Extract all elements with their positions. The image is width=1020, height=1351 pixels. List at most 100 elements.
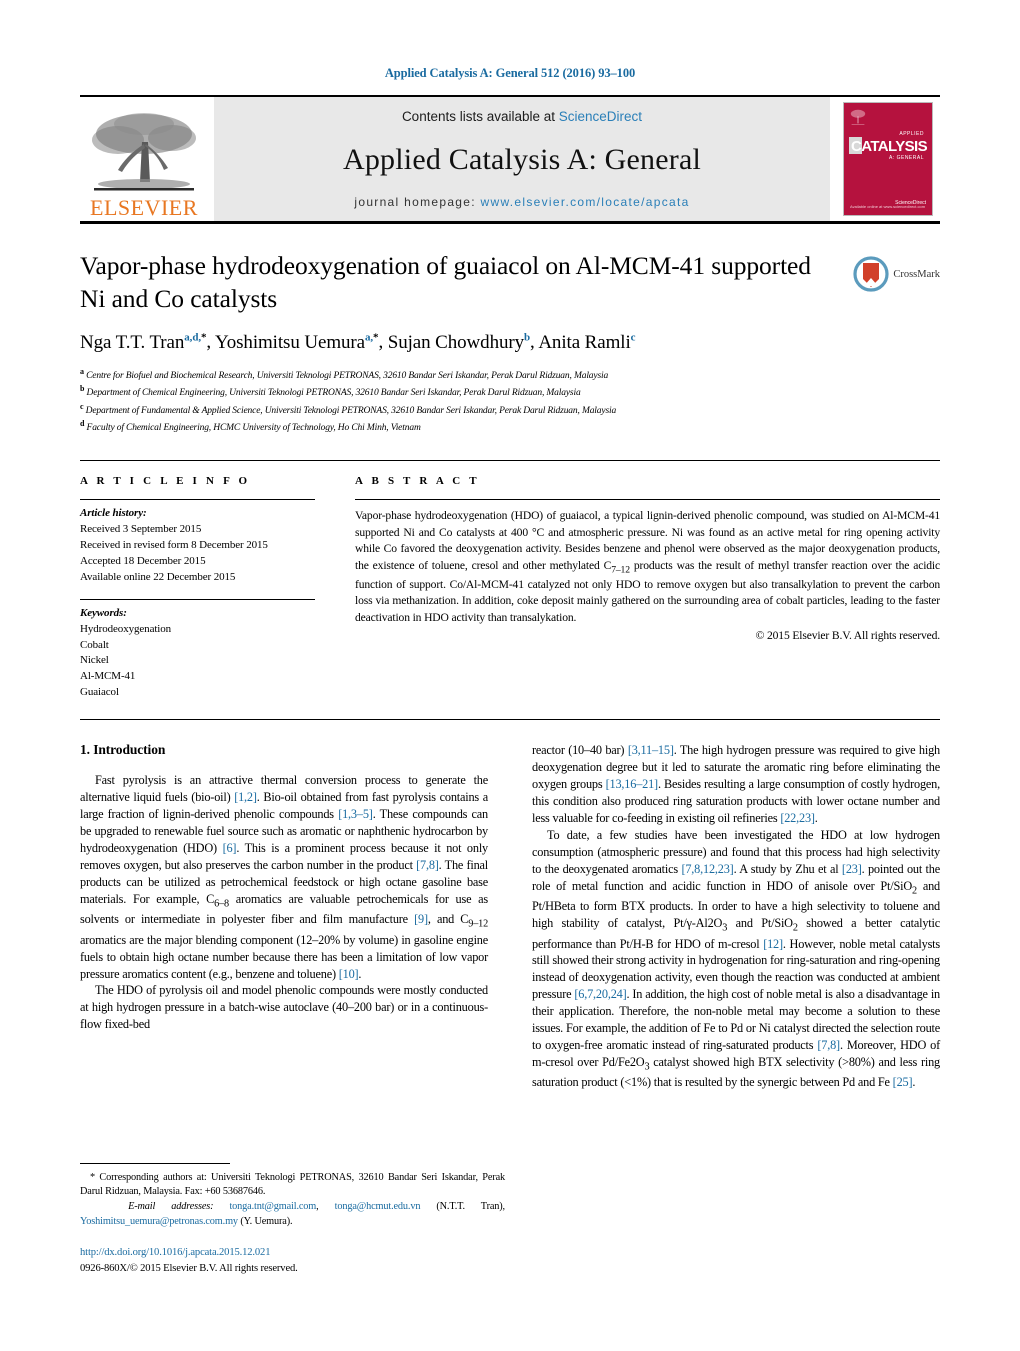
keyword-item: Al-MCM-41 [80, 670, 136, 683]
author-entry: Anita Ramlic [538, 331, 636, 353]
paragraph: reactor (10–40 bar) [3,11–15]. The high … [532, 743, 940, 825]
elsevier-logo: ELSEVIER [80, 97, 208, 221]
email-label: E-mail addresses: [128, 1201, 214, 1212]
title-left: Vapor-phase hydrodeoxygenation of guaiac… [80, 250, 840, 436]
keywords-block: Keywords: Hydrodeoxygenation Cobalt Nick… [80, 598, 315, 702]
author-entry: Sujan Chowdhuryb [387, 331, 530, 353]
author-affil-marks: a,d, [184, 331, 201, 344]
author-list: Nga T.T. Trana,d,*, Yoshimitsu Uemuraa,*… [80, 331, 828, 353]
email-separator: (N.T.T. Tran), [420, 1201, 505, 1212]
author-affil-marks: c [630, 331, 636, 344]
body-column-left: 1. Introduction Fast pyrolysis is an att… [80, 742, 488, 1091]
author-entry: Nga T.T. Trana,d,* [80, 331, 206, 353]
history-item: Accepted 18 December 2015 [80, 554, 206, 567]
homepage-url-link[interactable]: www.elsevier.com/locate/apcata [481, 195, 690, 209]
section-heading-introduction: 1. Introduction [80, 742, 166, 758]
email-link[interactable]: tonga.tnt@gmail.com [229, 1201, 316, 1212]
sciencedirect-link[interactable]: ScienceDirect [559, 109, 642, 124]
journal-masthead: ELSEVIER Contents lists available at Sci… [80, 95, 940, 221]
affiliation-mark: d [80, 419, 85, 429]
corresponding-author-note: * Corresponding authors at: Universiti T… [80, 1171, 505, 1200]
article-history-label: Article history: [80, 506, 147, 519]
affiliation-mark: a [80, 366, 84, 376]
history-item: Received 3 September 2015 [80, 522, 202, 535]
body-column-right: reactor (10–40 bar) [3,11–15]. The high … [532, 742, 940, 1091]
affiliation-item: d Faculty of Chemical Engineering, HCMC … [80, 418, 828, 436]
affiliation-mark: b [80, 384, 85, 394]
article-info-column: A R T I C L E I N F O Article history: R… [80, 461, 335, 701]
keyword-item: Guaiacol [80, 686, 119, 699]
title-area: Vapor-phase hydrodeoxygenation of guaiac… [80, 250, 940, 436]
crossmark-label: CrossMark [893, 268, 940, 280]
author-entry: Yoshimitsu Uemuraa,* [215, 331, 379, 353]
page-title: Vapor-phase hydrodeoxygenation of guaiac… [80, 251, 811, 313]
author-name: Sujan Chowdhury [387, 331, 525, 353]
keywords-label: Keywords: [80, 606, 127, 619]
running-head: Applied Catalysis A: General 512 (2016) … [384, 66, 636, 80]
paragraph: The HDO of pyrolysis oil and model pheno… [80, 983, 488, 1032]
cover-sciencedirect-mark: ScienceDirect [895, 200, 926, 206]
article-history: Article history: Received 3 September 20… [80, 500, 315, 586]
affiliation-text: Faculty of Chemical Engineering, HCMC Un… [86, 423, 421, 434]
email-separator: , [316, 1201, 335, 1212]
affiliation-text: Centre for Biofuel and Biochemical Resea… [86, 370, 609, 381]
body-columns: 1. Introduction Fast pyrolysis is an att… [80, 742, 940, 1091]
doi-block: http://dx.doi.org/10.1016/j.apcata.2015.… [80, 1245, 505, 1277]
history-item: Received in revised form 8 December 2015 [80, 538, 268, 551]
crossmark-icon[interactable] [853, 256, 889, 292]
affiliation-mark: c [80, 401, 84, 411]
keyword-item: Nickel [80, 654, 109, 667]
history-item: Available online 22 December 2015 [80, 570, 236, 583]
cover-subtitle-top: APPLIED [899, 131, 924, 137]
email-link[interactable]: tonga@hcmut.edu.vn [335, 1201, 421, 1212]
abstract-column: A B S T R A C T Vapor-phase hydrodeoxyge… [335, 461, 940, 701]
cover-subtitle-bottom: A: GENERAL [888, 155, 924, 161]
affiliation-text: Department of Chemical Engineering, Univ… [86, 388, 581, 399]
article-page: Applied Catalysis A: General 512 (2016) … [0, 0, 1020, 1351]
affiliation-text: Department of Fundamental & Applied Scie… [85, 405, 617, 416]
journal-cover-block: APPLIED CATALYSIS A: GENERAL Available o… [836, 97, 940, 221]
author-separator: , [206, 331, 215, 353]
keyword-item: Cobalt [80, 638, 109, 651]
affiliation-list: a Centre for Biofuel and Biochemical Res… [80, 366, 828, 436]
footnote-rule [80, 1162, 230, 1164]
cover-elsevier-tree-icon [850, 109, 866, 125]
journal-cover-image: APPLIED CATALYSIS A: GENERAL Available o… [843, 102, 933, 216]
body-top-rule [80, 719, 940, 721]
homepage-prefix: journal homepage: [354, 195, 481, 209]
contents-available-line: Contents lists available at ScienceDirec… [402, 109, 642, 124]
crossmark-block[interactable]: CrossMark [840, 250, 940, 436]
abstract-copyright: © 2015 Elsevier B.V. All rights reserved… [755, 628, 941, 642]
corresponding-author-text: * Corresponding authors at: Universiti T… [80, 1171, 505, 1198]
article-info-heading: A R T I C L E I N F O [80, 474, 251, 487]
email-link[interactable]: Yoshimitsu_uemura@petronas.com.my [80, 1216, 238, 1227]
author-name: Nga T.T. Tran [80, 331, 185, 353]
crossmark-badge[interactable]: CrossMark [853, 256, 940, 292]
affiliation-item: b Department of Chemical Engineering, Un… [80, 383, 828, 401]
author-name: Anita Ramli [538, 331, 631, 353]
journal-title: Applied Catalysis A: General [342, 142, 702, 176]
paragraph: Fast pyrolysis is an attractive thermal … [80, 773, 488, 981]
footnote-area: * Corresponding authors at: Universiti T… [80, 1162, 505, 1277]
journal-homepage-line: journal homepage: www.elsevier.com/locat… [354, 195, 689, 209]
doi-link[interactable]: http://dx.doi.org/10.1016/j.apcata.2015.… [80, 1245, 505, 1261]
author-name: Yoshimitsu Uemura [215, 331, 365, 353]
issn-copyright-line: 0926-860X/© 2015 Elsevier B.V. All right… [80, 1263, 298, 1275]
contents-prefix: Contents lists available at [401, 109, 559, 124]
masthead-bottom-rule [80, 221, 940, 224]
affiliation-item: c Department of Fundamental & Applied Sc… [80, 401, 828, 419]
abstract-text: Vapor-phase hydrodeoxygenation (HDO) of … [355, 508, 940, 624]
cover-title: CATALYSIS [850, 138, 928, 155]
email-separator: (Y. Uemura). [237, 1215, 293, 1227]
author-separator: , [378, 331, 388, 353]
paragraph: To date, a few studies have been investi… [532, 827, 940, 1090]
elsevier-wordmark: ELSEVIER [90, 195, 198, 220]
affiliation-item: a Centre for Biofuel and Biochemical Res… [80, 366, 828, 384]
abstract-heading: A B S T R A C T [355, 474, 480, 487]
keyword-item: Hydrodeoxygenation [80, 622, 172, 635]
email-note: E-mail addresses: tonga.tnt@gmail.com, t… [80, 1200, 505, 1229]
author-affil-marks: a, [364, 331, 374, 344]
journal-band: Contents lists available at ScienceDirec… [214, 97, 830, 221]
elsevier-tree-icon [92, 113, 196, 191]
info-abstract-area: A R T I C L E I N F O Article history: R… [80, 459, 940, 701]
